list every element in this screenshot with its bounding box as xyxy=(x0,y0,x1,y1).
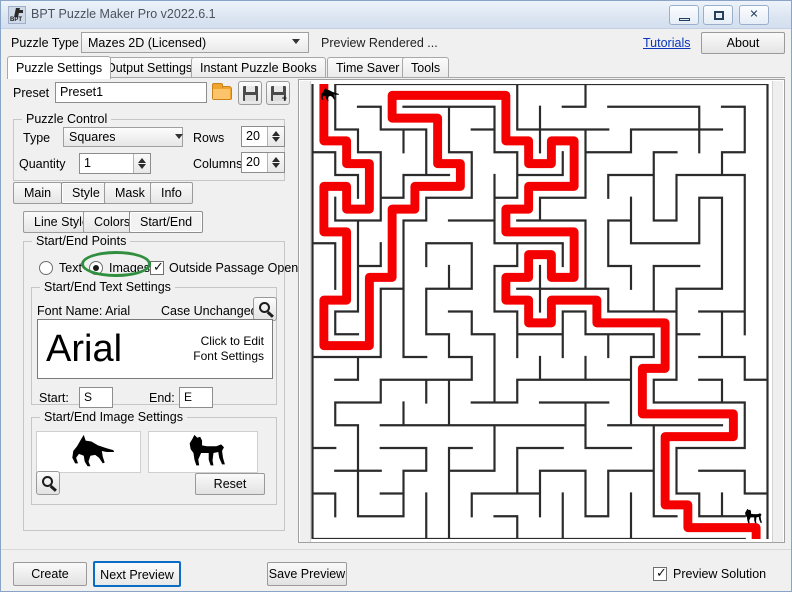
subtab-mask[interactable]: Mask xyxy=(104,182,156,204)
end-character-value: E xyxy=(184,390,193,404)
maze-preview[interactable] xyxy=(311,84,769,539)
create-button[interactable]: Create xyxy=(13,562,87,586)
magnifier-icon xyxy=(259,302,270,313)
start-end-image-caption: Start/End Image Settings xyxy=(40,410,187,424)
columns-label: Columns xyxy=(193,157,243,171)
puzzle-type-select[interactable]: Mazes 2D (Licensed) xyxy=(81,32,309,53)
checkbox-preview-solution[interactable]: ✓ xyxy=(653,566,667,581)
title-bar: BPT BPT Puzzle Maker Pro v2022.6.1 ✕ xyxy=(1,1,791,29)
quantity-value: 1 xyxy=(84,156,91,170)
next-preview-button[interactable]: Next Preview xyxy=(93,561,181,587)
tab-time-saver[interactable]: Time Saver xyxy=(327,57,409,78)
image-browse-button[interactable] xyxy=(36,471,60,495)
puzzle-type-value: Mazes 2D (Licensed) xyxy=(88,36,207,50)
save-preview-button[interactable]: Save Preview xyxy=(267,562,347,586)
close-icon: ✕ xyxy=(749,8,759,21)
main-tab-strip: Puzzle Settings Output Settings Instant … xyxy=(7,56,785,79)
rows-spinner-arrows[interactable] xyxy=(267,127,284,146)
quantity-spinner-arrows[interactable] xyxy=(133,154,150,173)
rows-label: Rows xyxy=(193,131,225,145)
preview-pane xyxy=(298,79,785,543)
maze-walls xyxy=(311,84,769,539)
start-character-input[interactable]: S xyxy=(79,387,113,408)
tab-underline xyxy=(7,77,785,78)
preview-scrollbar-right[interactable] xyxy=(772,81,783,542)
preview-solution-label: Preview Solution xyxy=(673,567,767,581)
columns-spinner-arrows[interactable] xyxy=(267,153,284,172)
minimize-button[interactable] xyxy=(669,5,699,25)
preview-scrollbar-left[interactable] xyxy=(300,81,311,542)
quantity-label: Quantity xyxy=(19,157,66,171)
preset-label: Preset xyxy=(13,86,50,100)
tutorials-link[interactable]: Tutorials xyxy=(643,36,690,50)
end-character-input[interactable]: E xyxy=(179,387,213,408)
app-icon: BPT xyxy=(8,6,26,24)
reset-button[interactable]: Reset xyxy=(195,473,265,495)
close-button[interactable]: ✕ xyxy=(739,5,769,25)
type-label: Type xyxy=(23,131,51,145)
columns-value: 20 xyxy=(246,155,260,169)
tab-tools[interactable]: Tools xyxy=(402,57,450,78)
preset-value: Preset1 xyxy=(60,85,104,99)
dog-standing-silhouette xyxy=(189,434,225,466)
font-edit-hint: Click to Edit Font Settings xyxy=(193,334,264,364)
preset-input[interactable]: Preset1 xyxy=(55,82,207,103)
tab-puzzle-settings[interactable]: Puzzle Settings xyxy=(7,56,112,79)
font-browse-button[interactable] xyxy=(253,297,277,321)
font-preview-sample: Arial xyxy=(46,328,123,370)
end-label: End: xyxy=(149,391,175,405)
window-title: BPT Puzzle Maker Pro v2022.6.1 xyxy=(31,7,216,21)
font-edit-hint-line2: Font Settings xyxy=(193,349,264,363)
application-window: BPT BPT Puzzle Maker Pro v2022.6.1 ✕ Puz… xyxy=(0,0,792,592)
rows-stepper[interactable]: 20 xyxy=(241,126,285,147)
start-label: Start: xyxy=(39,391,69,405)
subtab-info[interactable]: Info xyxy=(150,182,193,204)
styletab-start-end[interactable]: Start/End xyxy=(129,211,204,233)
radio-text-label: Text xyxy=(59,261,82,275)
puzzle-type-label: Puzzle Type xyxy=(11,36,79,50)
start-end-points-caption: Start/End Points xyxy=(32,234,131,248)
open-preset-button[interactable] xyxy=(210,81,234,105)
save-preset-button[interactable] xyxy=(238,81,262,105)
rows-value: 20 xyxy=(246,129,260,143)
radio-images-label: Images xyxy=(109,261,150,275)
start-character-value: S xyxy=(84,390,93,404)
font-edit-hint-line1: Click to Edit xyxy=(200,334,264,348)
chevron-down-icon xyxy=(292,39,300,47)
tab-output-settings[interactable]: Output Settings xyxy=(97,57,202,78)
start-image-preview[interactable] xyxy=(36,431,141,473)
case-label: Case Unchanged xyxy=(161,304,258,318)
quantity-stepper[interactable]: 1 xyxy=(79,153,151,174)
save-as-preset-button[interactable]: + xyxy=(266,81,290,105)
checkbox-outside-passage-open[interactable]: ✓ xyxy=(150,260,164,275)
start-end-text-caption: Start/End Text Settings xyxy=(40,280,175,294)
maze-end-marker xyxy=(745,508,762,524)
type-select[interactable]: Squares xyxy=(63,127,183,147)
radio-text[interactable] xyxy=(39,261,53,275)
about-button[interactable]: About xyxy=(701,32,785,54)
folder-open-icon xyxy=(212,83,232,100)
dog-jumping-silhouette xyxy=(72,434,115,467)
type-value: Squares xyxy=(69,130,116,144)
font-name-label: Font Name: Arial xyxy=(37,304,131,318)
font-preview-box[interactable]: Arial Click to Edit Font Settings xyxy=(37,319,273,379)
outside-passage-open-label: Outside Passage Open xyxy=(169,261,299,275)
end-image-preview[interactable] xyxy=(148,431,258,473)
save-icon xyxy=(243,86,258,101)
columns-stepper[interactable]: 20 xyxy=(241,152,285,173)
tab-instant-puzzle-books[interactable]: Instant Puzzle Books xyxy=(191,57,326,78)
puzzle-control-caption: Puzzle Control xyxy=(22,112,112,126)
subtab-main[interactable]: Main xyxy=(13,182,63,204)
maximize-button[interactable] xyxy=(703,5,733,25)
radio-images[interactable] xyxy=(89,261,103,275)
magnifier-icon xyxy=(42,476,53,487)
status-text: Preview Rendered ... xyxy=(321,36,438,50)
